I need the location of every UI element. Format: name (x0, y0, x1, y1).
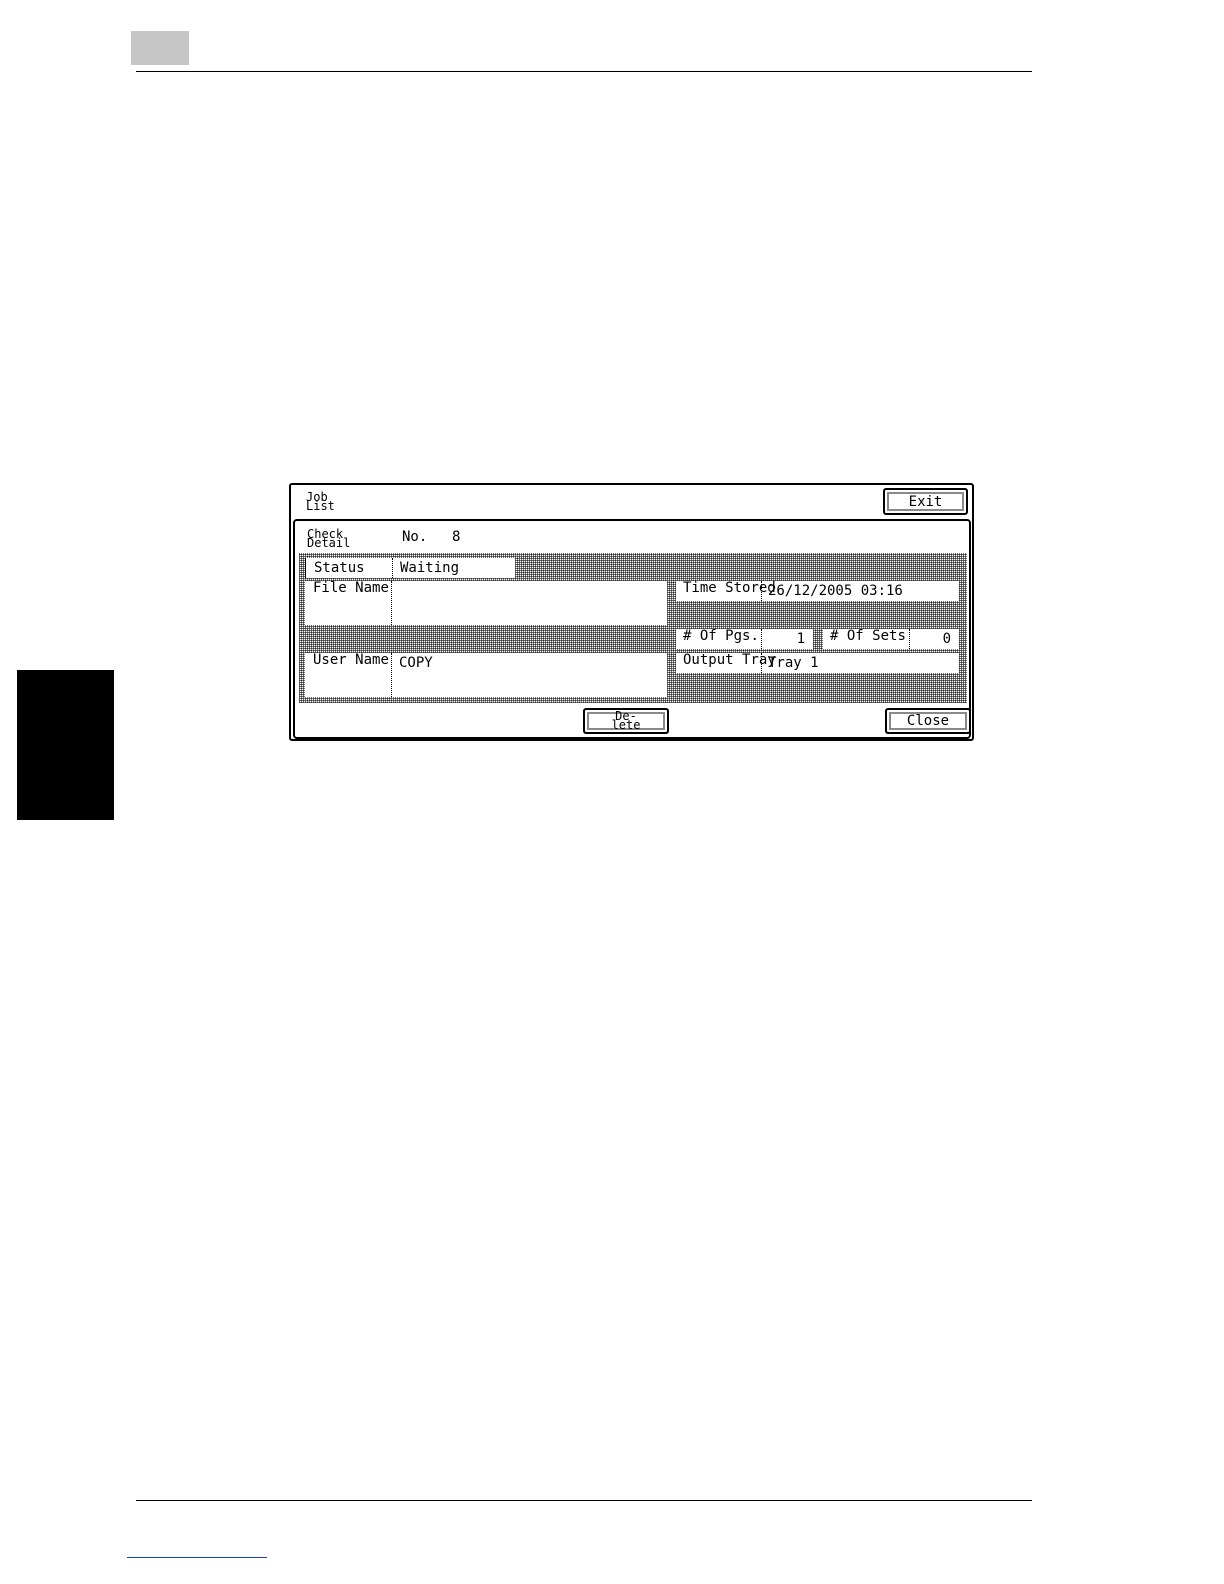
header-rule (136, 71, 1032, 72)
time-stored-row: Time Stored 26/12/2005 03:16 (676, 581, 959, 601)
check-detail-title: Check Detail (307, 527, 351, 550)
pages-count-cell: # Of Pgs. 1 (676, 629, 813, 649)
pages-count-value: 1 (796, 631, 805, 647)
chapter-number-box (131, 31, 189, 65)
job-number-label: No. (402, 529, 428, 545)
exit-button[interactable]: Exit (883, 488, 968, 515)
job-list-check-detail-screen: Job List Exit Check Detail No. 8 Status … (289, 483, 974, 741)
time-stored-value: 26/12/2005 03:16 (768, 583, 903, 599)
delete-button[interactable]: De- lete (583, 708, 669, 734)
output-tray-row: Output Tray Tray 1 (676, 653, 959, 673)
output-tray-value: Tray 1 (768, 655, 819, 671)
footer-link-underline (127, 1557, 267, 1558)
screen-title: Job List (306, 490, 335, 513)
user-name-value: COPY (399, 655, 433, 671)
status-value: Waiting (400, 560, 460, 576)
status-label: Status (314, 560, 365, 576)
close-button[interactable]: Close (885, 708, 971, 734)
status-row: Status Waiting (305, 558, 515, 578)
detail-grid: Status Waiting File Name Time Stored 26/… (299, 553, 967, 703)
file-name-row: File Name (305, 581, 667, 625)
sets-count-cell: # Of Sets 0 (823, 629, 959, 649)
file-name-label: File Name (313, 580, 389, 596)
user-name-row: User Name COPY (305, 653, 667, 697)
footer-rule (136, 1500, 1032, 1501)
chapter-side-tab (17, 670, 114, 820)
user-name-label: User Name (313, 652, 389, 668)
job-number-value: 8 (452, 529, 461, 545)
sets-count-value: 0 (942, 631, 951, 647)
pages-count-label: # Of Pgs. (683, 628, 759, 644)
check-detail-panel: Check Detail No. 8 Status Waiting File N… (293, 519, 971, 739)
sets-count-label: # Of Sets (830, 628, 906, 644)
